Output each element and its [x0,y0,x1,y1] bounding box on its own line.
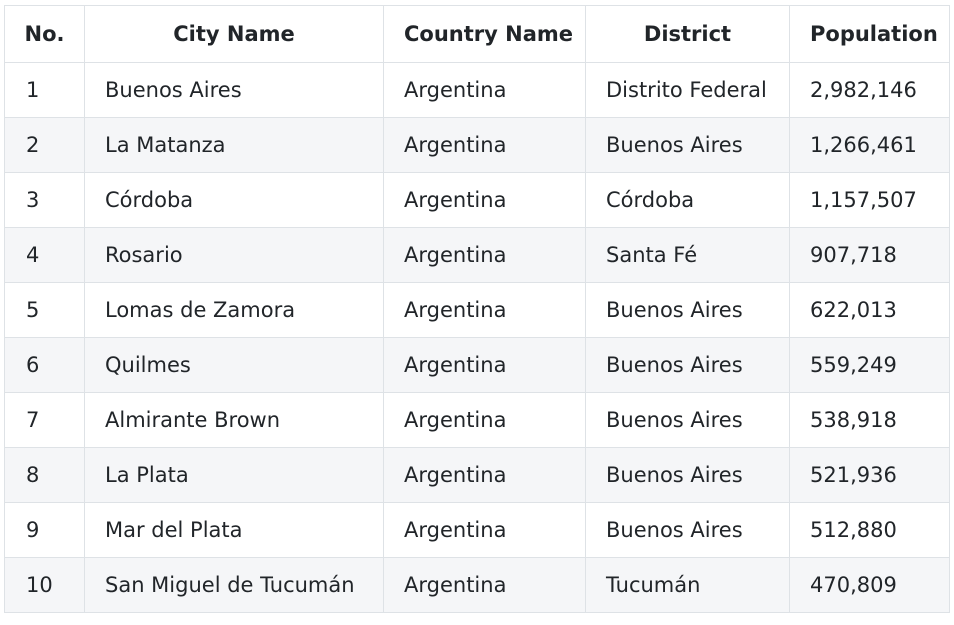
cell-city: Lomas de Zamora [84,282,384,338]
table-row: 2 La Matanza Argentina Buenos Aires 1,26… [4,117,950,173]
header-no: No. [4,5,85,63]
header-district: District [585,5,790,63]
cell-city: Buenos Aires [84,62,384,118]
table-row: 5 Lomas de Zamora Argentina Buenos Aires… [4,282,950,338]
header-population: Population [789,5,950,63]
header-city-name: City Name [84,5,384,63]
cell-population: 512,880 [789,502,950,558]
cell-city: Quilmes [84,337,384,393]
cell-country: Argentina [383,447,586,503]
header-country-name: Country Name [383,5,586,63]
header-row: No. City Name Country Name District Popu… [4,5,950,63]
cell-no: 9 [4,502,85,558]
table-row: 1 Buenos Aires Argentina Distrito Federa… [4,62,950,118]
cell-population: 2,982,146 [789,62,950,118]
cell-district: Córdoba [585,172,790,228]
cell-district: Tucumán [585,557,790,613]
cell-no: 10 [4,557,85,613]
cell-city: La Matanza [84,117,384,173]
city-table: No. City Name Country Name District Popu… [4,5,950,613]
cell-district: Buenos Aires [585,392,790,448]
cell-district: Buenos Aires [585,502,790,558]
cell-city: Almirante Brown [84,392,384,448]
cell-no: 3 [4,172,85,228]
cell-country: Argentina [383,282,586,338]
cell-population: 1,266,461 [789,117,950,173]
table-header: No. City Name Country Name District Popu… [4,5,950,63]
cell-city: San Miguel de Tucumán [84,557,384,613]
cell-district: Santa Fé [585,227,790,283]
cell-population: 559,249 [789,337,950,393]
cell-city: Mar del Plata [84,502,384,558]
cell-country: Argentina [383,62,586,118]
cell-country: Argentina [383,392,586,448]
cell-city: Córdoba [84,172,384,228]
cell-population: 907,718 [789,227,950,283]
city-table-container: No. City Name Country Name District Popu… [4,5,950,613]
table-row: 8 La Plata Argentina Buenos Aires 521,93… [4,447,950,503]
table-body: 1 Buenos Aires Argentina Distrito Federa… [4,62,950,613]
cell-no: 6 [4,337,85,393]
cell-country: Argentina [383,172,586,228]
table-row: 6 Quilmes Argentina Buenos Aires 559,249 [4,337,950,393]
cell-city: La Plata [84,447,384,503]
cell-country: Argentina [383,117,586,173]
cell-population: 521,936 [789,447,950,503]
cell-no: 5 [4,282,85,338]
cell-country: Argentina [383,337,586,393]
table-row: 7 Almirante Brown Argentina Buenos Aires… [4,392,950,448]
cell-country: Argentina [383,502,586,558]
table-row: 9 Mar del Plata Argentina Buenos Aires 5… [4,502,950,558]
cell-no: 2 [4,117,85,173]
cell-country: Argentina [383,557,586,613]
cell-no: 7 [4,392,85,448]
cell-population: 538,918 [789,392,950,448]
cell-population: 622,013 [789,282,950,338]
table-row: 4 Rosario Argentina Santa Fé 907,718 [4,227,950,283]
cell-district: Buenos Aires [585,282,790,338]
cell-country: Argentina [383,227,586,283]
cell-district: Buenos Aires [585,447,790,503]
cell-population: 1,157,507 [789,172,950,228]
cell-no: 1 [4,62,85,118]
table-row: 3 Córdoba Argentina Córdoba 1,157,507 [4,172,950,228]
cell-no: 8 [4,447,85,503]
cell-city: Rosario [84,227,384,283]
cell-district: Buenos Aires [585,337,790,393]
cell-population: 470,809 [789,557,950,613]
cell-no: 4 [4,227,85,283]
cell-district: Buenos Aires [585,117,790,173]
table-row: 10 San Miguel de Tucumán Argentina Tucum… [4,557,950,613]
cell-district: Distrito Federal [585,62,790,118]
